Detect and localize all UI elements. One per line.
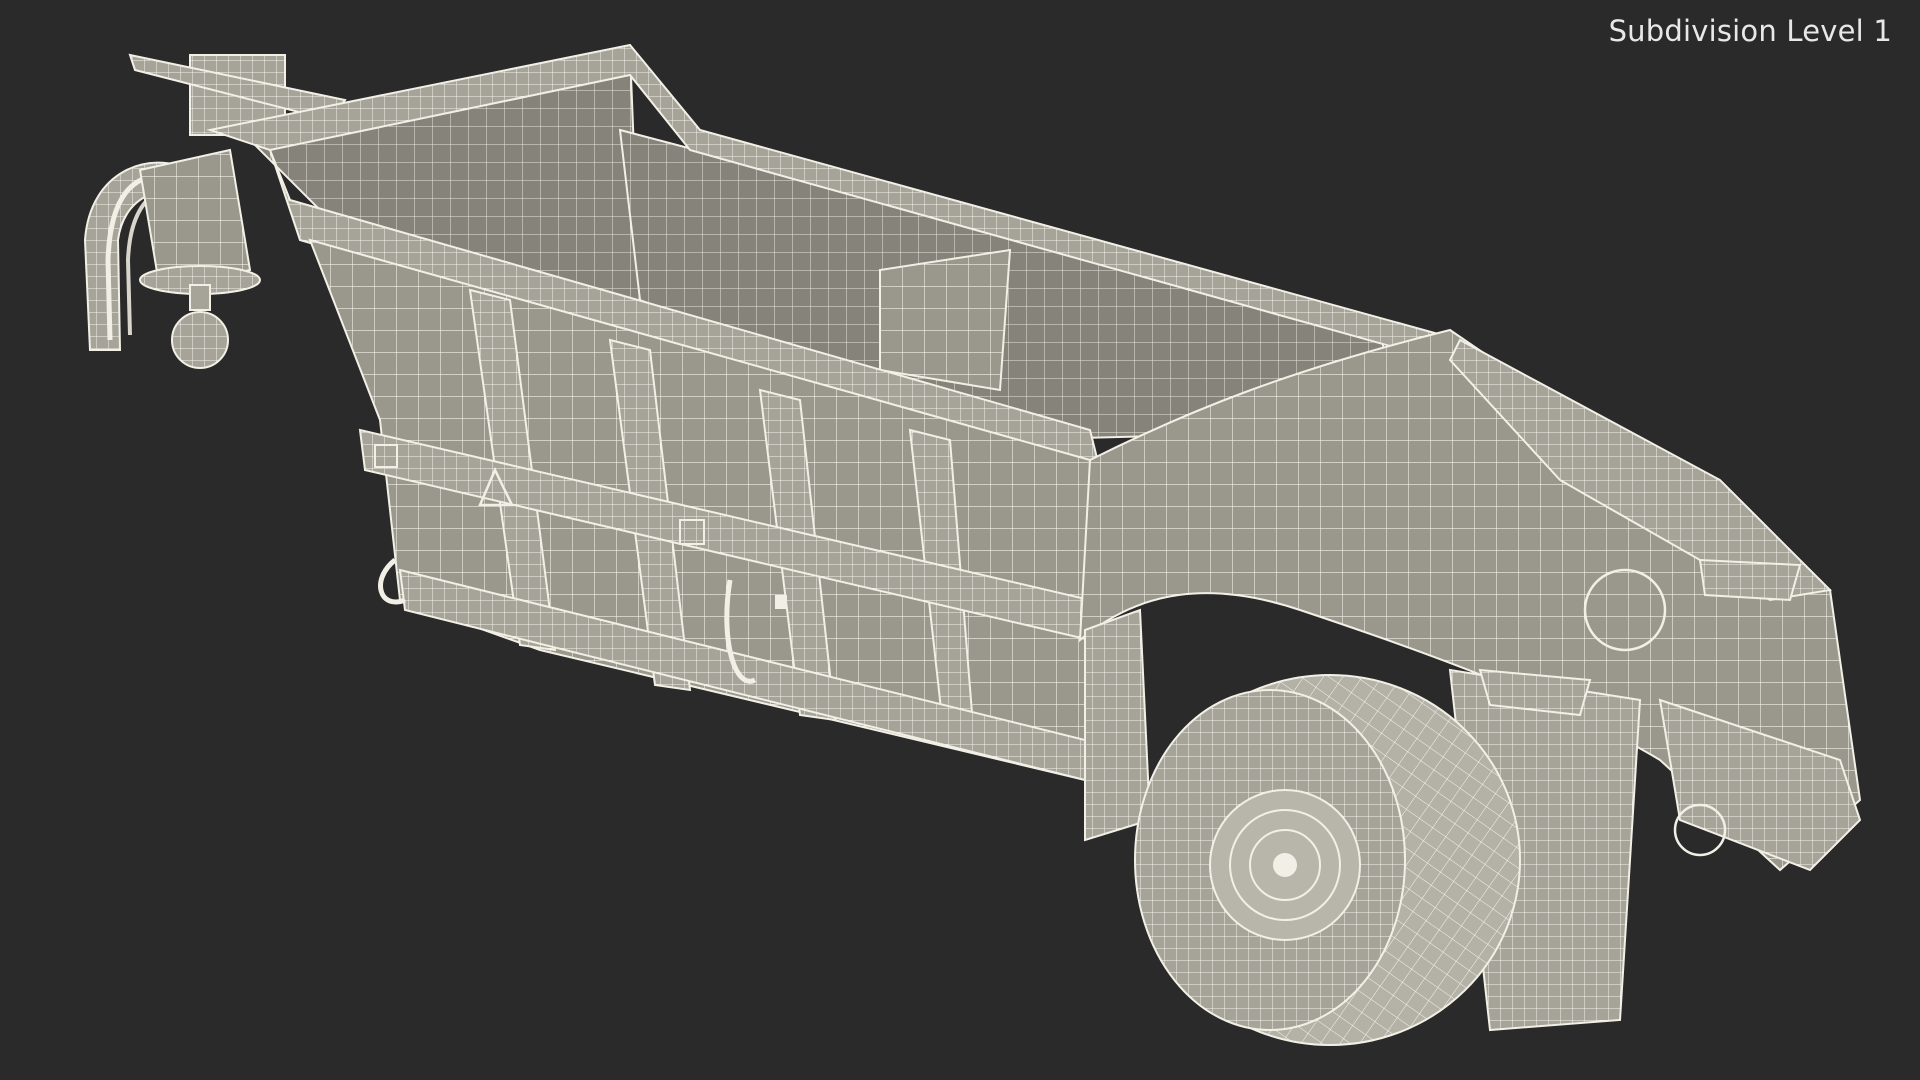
render-viewport: Subdivision Level 1 <box>0 0 1920 1080</box>
trailer-wireframe-model <box>83 43 1862 1046</box>
tire-icon <box>1134 674 1521 1046</box>
